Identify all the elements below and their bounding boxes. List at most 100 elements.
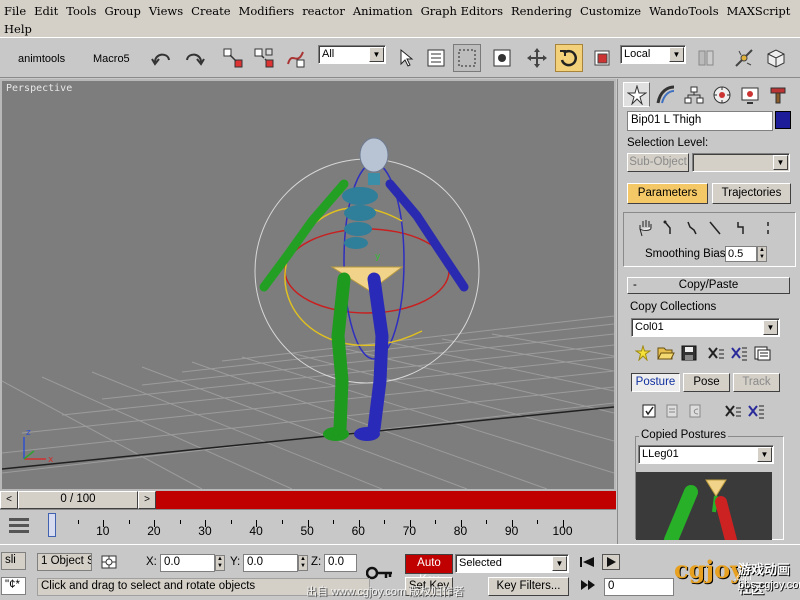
- delete-posture-icon[interactable]: [721, 401, 744, 421]
- object-color-swatch[interactable]: [775, 111, 791, 129]
- menu-animation[interactable]: Animation: [349, 1, 417, 19]
- menu-create[interactable]: Create: [187, 1, 234, 19]
- pose-tab-button[interactable]: Pose: [683, 373, 730, 392]
- key-mode-dropdown[interactable]: Selected ▼: [455, 554, 569, 573]
- smoothing-bias-input[interactable]: 0.5: [725, 246, 757, 262]
- menu-wandotools[interactable]: WandoTools: [645, 1, 723, 19]
- tab-hierarchy[interactable]: [680, 82, 707, 107]
- posture-tab-button[interactable]: Posture: [631, 373, 680, 392]
- time-slider-thumb[interactable]: 0 / 100: [18, 491, 138, 509]
- auto-key-button[interactable]: Auto Key: [405, 554, 453, 586]
- undo-icon: [151, 53, 170, 66]
- x-spinner[interactable]: ▲ ▼: [215, 555, 225, 571]
- save-disk-icon[interactable]: [677, 343, 700, 363]
- x-coordinate-field[interactable]: 0.0: [160, 554, 215, 572]
- set-key-curve-icon[interactable]: [657, 218, 680, 238]
- menu-maxscript[interactable]: MAXScript: [723, 1, 795, 19]
- track-bar[interactable]: 0102030405060708090100: [0, 509, 616, 544]
- tab-create[interactable]: [623, 82, 650, 107]
- track-tab-button[interactable]: Track: [733, 373, 780, 392]
- select-object-button[interactable]: [392, 44, 420, 72]
- home-grid: [2, 315, 614, 489]
- window-crossing-button[interactable]: [488, 44, 516, 72]
- tab-macro5[interactable]: Macro5: [93, 53, 130, 65]
- select-and-move-button[interactable]: [523, 44, 551, 72]
- tangent-curve-icon[interactable]: [680, 218, 703, 238]
- tab-display[interactable]: [736, 82, 763, 107]
- tab-modify[interactable]: [652, 82, 679, 107]
- copied-postures-dropdown[interactable]: LLeg01 ▼: [638, 445, 774, 464]
- bind-to-space-warp-button[interactable]: [282, 44, 310, 72]
- unlink-selection-button[interactable]: [250, 44, 278, 72]
- undo-button[interactable]: [148, 44, 176, 72]
- menu-graph-editors[interactable]: Graph Editors: [417, 1, 507, 19]
- select-and-rotate-button[interactable]: [555, 44, 583, 72]
- step-tangent-icon[interactable]: [726, 218, 756, 238]
- reference-coordinate-dropdown[interactable]: Local ▼: [620, 45, 686, 64]
- maxscript-mini-listener[interactable]: "¢*: [1, 577, 26, 595]
- smoothing-bias-spinner[interactable]: ▲ ▼: [757, 246, 767, 262]
- new-collection-icon[interactable]: [631, 343, 654, 363]
- y-spinner[interactable]: ▲ ▼: [298, 555, 308, 571]
- set-key-mode-button[interactable]: [365, 565, 394, 584]
- break-tangent-icon[interactable]: [756, 218, 779, 238]
- delete-collection-icon[interactable]: [704, 343, 727, 363]
- selection-filter-dropdown[interactable]: All ▼: [318, 45, 386, 64]
- pivot-center-button[interactable]: [692, 44, 720, 72]
- time-slider[interactable]: < 0 / 100 >: [0, 491, 616, 509]
- play-button[interactable]: [602, 554, 620, 573]
- named-selection-sets-button[interactable]: [762, 44, 790, 72]
- select-and-scale-button[interactable]: [588, 44, 616, 72]
- current-frame-field[interactable]: 0: [604, 578, 674, 596]
- sub-object-button[interactable]: Sub-Object: [627, 153, 689, 172]
- copy-paste-rollout[interactable]: - Copy/Paste: [627, 277, 790, 294]
- tab-animtools[interactable]: animtools: [18, 53, 65, 65]
- object-name-field[interactable]: Bip01 L Thigh: [627, 111, 773, 131]
- go-to-start-button[interactable]: [579, 556, 595, 571]
- time-slider-prev-button[interactable]: <: [0, 491, 18, 509]
- menu-reactor[interactable]: reactor: [298, 1, 349, 19]
- menu-tools[interactable]: Tools: [62, 1, 100, 19]
- key-filters-button[interactable]: Key Filters...: [488, 577, 569, 596]
- trajectories-button[interactable]: Trajectories: [712, 183, 791, 204]
- select-and-link-button[interactable]: [219, 44, 247, 72]
- open-folder-icon[interactable]: [654, 343, 677, 363]
- tab-utilities[interactable]: [764, 82, 791, 107]
- z-coordinate-field[interactable]: 0.0: [324, 554, 357, 572]
- time-slider-next-button[interactable]: >: [138, 491, 156, 509]
- paste-posture-icon[interactable]: [660, 401, 683, 421]
- selection-lock-button[interactable]: [100, 554, 118, 573]
- key-mode-toggle-button[interactable]: [580, 579, 596, 594]
- y-coordinate-field[interactable]: 0.0: [243, 554, 298, 572]
- ruler-tick-label: 70: [402, 524, 417, 538]
- perspective-viewport[interactable]: Perspective z x y: [0, 79, 616, 491]
- linear-tangent-icon[interactable]: [703, 218, 726, 238]
- sub-object-dropdown[interactable]: ▼: [692, 153, 790, 172]
- paste-opposite-icon[interactable]: [683, 401, 706, 421]
- menu-customize[interactable]: Customize: [576, 1, 645, 19]
- current-frame-marker[interactable]: [48, 513, 56, 537]
- collection-list-icon[interactable]: [750, 343, 773, 363]
- redo-button[interactable]: [180, 44, 208, 72]
- menu-group[interactable]: Group: [100, 1, 144, 19]
- menu-rendering[interactable]: Rendering: [507, 1, 576, 19]
- parameters-button[interactable]: Parameters: [627, 183, 708, 204]
- mini-curve-editor-toggle[interactable]: [8, 516, 30, 537]
- tab-motion[interactable]: [708, 82, 735, 107]
- hand-icon[interactable]: [634, 218, 657, 238]
- select-and-manipulate-button[interactable]: [730, 44, 758, 72]
- copied-postures-label: Copied Postures: [639, 429, 729, 441]
- menu-file[interactable]: File: [0, 1, 30, 19]
- delete-all-collections-icon[interactable]: [727, 343, 750, 363]
- delete-all-postures-icon[interactable]: [744, 401, 767, 421]
- copy-collection-dropdown[interactable]: Col01 ▼: [631, 318, 780, 337]
- rectangular-selection-button[interactable]: [453, 44, 481, 72]
- menu-help[interactable]: Help: [0, 19, 36, 37]
- maxscript-listener-tab[interactable]: sli: [1, 552, 26, 570]
- copy-posture-icon[interactable]: [637, 401, 660, 421]
- menu-views[interactable]: Views: [145, 1, 187, 19]
- select-by-name-button[interactable]: [422, 44, 450, 72]
- menu-modifiers[interactable]: Modifiers: [235, 1, 299, 19]
- menu-edit[interactable]: Edit: [30, 1, 62, 19]
- lock-icon: [101, 555, 117, 569]
